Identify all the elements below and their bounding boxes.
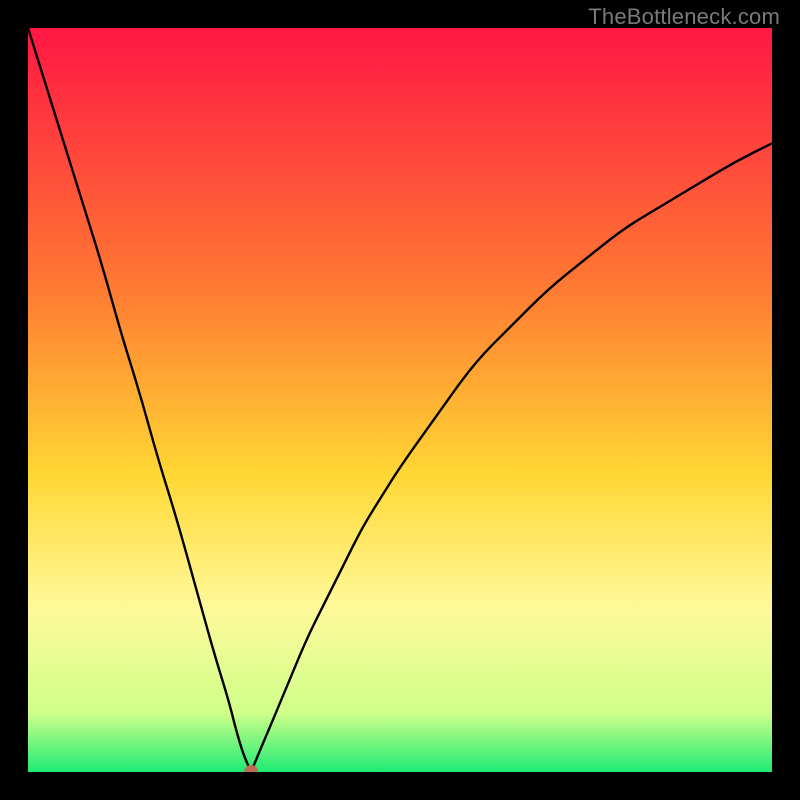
chart-stage: TheBottleneck.com bbox=[0, 0, 800, 800]
bottleneck-plot bbox=[28, 28, 772, 772]
watermark-text: TheBottleneck.com bbox=[588, 4, 780, 30]
plot-background bbox=[28, 28, 772, 772]
